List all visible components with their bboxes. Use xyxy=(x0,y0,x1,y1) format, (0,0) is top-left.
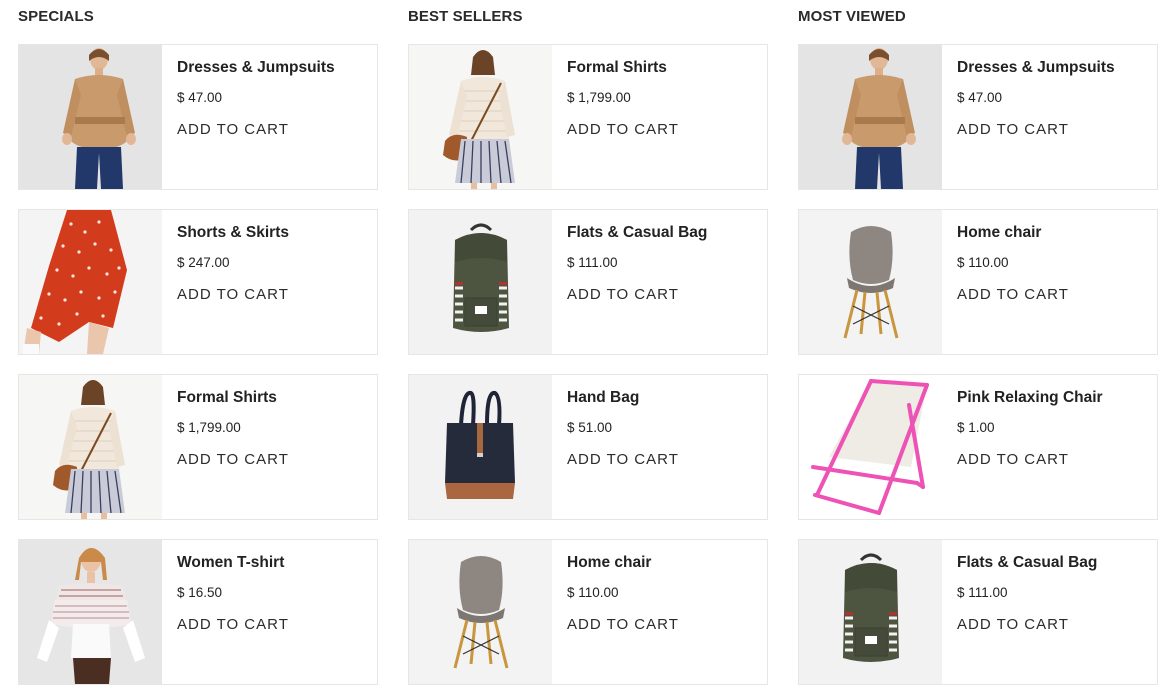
column-title: BEST SELLERS xyxy=(408,8,523,25)
product-image[interactable] xyxy=(409,375,552,519)
product-card: Formal Shirts $ 1,799.00 ADD TO CART xyxy=(18,374,378,520)
column-title: SPECIALS xyxy=(18,8,94,25)
product-card: Dresses & Jumpsuits $ 47.00 ADD TO CART xyxy=(798,44,1158,190)
product-info: Dresses & Jumpsuits $ 47.00 ADD TO CART xyxy=(177,59,369,139)
product-info: Flats & Casual Bag $ 111.00 ADD TO CART xyxy=(957,554,1149,634)
add-to-cart-button[interactable]: ADD TO CART xyxy=(957,451,1069,469)
product-card: Home chair $ 110.00 ADD TO CART xyxy=(408,539,768,685)
product-name[interactable]: Women T-shirt xyxy=(177,554,369,572)
product-price: $ 247.00 xyxy=(177,255,230,270)
product-name[interactable]: Formal Shirts xyxy=(177,389,369,407)
add-to-cart-button[interactable]: ADD TO CART xyxy=(957,616,1069,634)
product-info: Hand Bag $ 51.00 ADD TO CART xyxy=(567,389,759,469)
product-name[interactable]: Hand Bag xyxy=(567,389,759,407)
product-price: $ 47.00 xyxy=(957,90,1003,105)
column-best-sellers: BEST SELLERS Formal Shirts $ 1,799.00 ADD T… xyxy=(408,0,768,698)
product-name[interactable]: Home chair xyxy=(567,554,759,572)
add-to-cart-button[interactable]: ADD TO CART xyxy=(177,121,289,139)
add-to-cart-button[interactable]: ADD TO CART xyxy=(567,286,679,304)
product-card: Formal Shirts $ 1,799.00 ADD TO CART xyxy=(408,44,768,190)
add-to-cart-button[interactable]: ADD TO CART xyxy=(567,121,679,139)
product-price: $ 1,799.00 xyxy=(567,90,631,105)
product-image[interactable] xyxy=(409,45,552,189)
column-title: MOST VIEWED xyxy=(798,8,906,25)
product-card: Flats & Casual Bag $ 111.00 ADD TO CART xyxy=(798,539,1158,685)
product-price: $ 51.00 xyxy=(567,420,613,435)
product-card: Shorts & Skirts $ 247.00 ADD TO CART xyxy=(18,209,378,355)
add-to-cart-button[interactable]: ADD TO CART xyxy=(957,286,1069,304)
product-price: $ 47.00 xyxy=(177,90,223,105)
product-name[interactable]: Flats & Casual Bag xyxy=(957,554,1149,572)
product-name[interactable]: Dresses & Jumpsuits xyxy=(957,59,1149,77)
add-to-cart-button[interactable]: ADD TO CART xyxy=(177,286,289,304)
product-image[interactable] xyxy=(19,210,162,354)
product-card: Pink Relaxing Chair $ 1.00 ADD TO CART xyxy=(798,374,1158,520)
product-price: $ 111.00 xyxy=(957,585,1008,600)
product-name[interactable]: Pink Relaxing Chair xyxy=(957,389,1149,407)
product-card: Flats & Casual Bag $ 111.00 ADD TO CART xyxy=(408,209,768,355)
product-image[interactable] xyxy=(799,540,942,684)
product-image[interactable] xyxy=(409,540,552,684)
product-price: $ 1.00 xyxy=(957,420,995,435)
product-name[interactable]: Flats & Casual Bag xyxy=(567,224,759,242)
add-to-cart-button[interactable]: ADD TO CART xyxy=(177,616,289,634)
product-name[interactable]: Shorts & Skirts xyxy=(177,224,369,242)
product-name[interactable]: Formal Shirts xyxy=(567,59,759,77)
product-info: Pink Relaxing Chair $ 1.00 ADD TO CART xyxy=(957,389,1149,469)
product-image[interactable] xyxy=(799,375,942,519)
product-name[interactable]: Home chair xyxy=(957,224,1149,242)
column-specials: SPECIALS Dresses & Jumpsuits $ 47.00 ADD TO… xyxy=(18,0,378,698)
product-image[interactable] xyxy=(799,45,942,189)
product-card: Women T-shirt $ 16.50 ADD TO CART xyxy=(18,539,378,685)
product-price: $ 110.00 xyxy=(957,255,1009,270)
product-card: Dresses & Jumpsuits $ 47.00 ADD TO CART xyxy=(18,44,378,190)
product-image[interactable] xyxy=(409,210,552,354)
product-info: Formal Shirts $ 1,799.00 ADD TO CART xyxy=(567,59,759,139)
product-info: Home chair $ 110.00 ADD TO CART xyxy=(957,224,1149,304)
product-name[interactable]: Dresses & Jumpsuits xyxy=(177,59,369,77)
product-price: $ 1,799.00 xyxy=(177,420,241,435)
product-info: Shorts & Skirts $ 247.00 ADD TO CART xyxy=(177,224,369,304)
product-info: Formal Shirts $ 1,799.00 ADD TO CART xyxy=(177,389,369,469)
add-to-cart-button[interactable]: ADD TO CART xyxy=(567,616,679,634)
product-image[interactable] xyxy=(19,45,162,189)
add-to-cart-button[interactable]: ADD TO CART xyxy=(177,451,289,469)
product-image[interactable] xyxy=(19,540,162,684)
add-to-cart-button[interactable]: ADD TO CART xyxy=(567,451,679,469)
product-price: $ 110.00 xyxy=(567,585,619,600)
product-info: Women T-shirt $ 16.50 ADD TO CART xyxy=(177,554,369,634)
product-card: Hand Bag $ 51.00 ADD TO CART xyxy=(408,374,768,520)
column-most-viewed: MOST VIEWED Dresses & Jumpsuits $ 47.00 ADD… xyxy=(798,0,1158,698)
product-image[interactable] xyxy=(19,375,162,519)
product-info: Flats & Casual Bag $ 111.00 ADD TO CART xyxy=(567,224,759,304)
product-info: Home chair $ 110.00 ADD TO CART xyxy=(567,554,759,634)
product-info: Dresses & Jumpsuits $ 47.00 ADD TO CART xyxy=(957,59,1149,139)
product-price: $ 111.00 xyxy=(567,255,618,270)
add-to-cart-button[interactable]: ADD TO CART xyxy=(957,121,1069,139)
product-price: $ 16.50 xyxy=(177,585,223,600)
product-card: Home chair $ 110.00 ADD TO CART xyxy=(798,209,1158,355)
product-image[interactable] xyxy=(799,210,942,354)
